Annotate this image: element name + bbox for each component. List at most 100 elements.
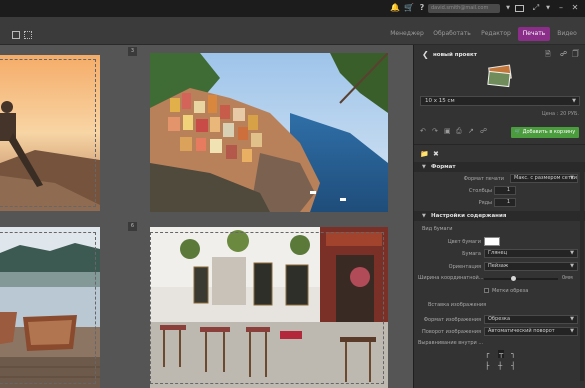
- back-arrow-icon[interactable]: ❮: [422, 50, 429, 59]
- close-icon[interactable]: ✕: [570, 3, 580, 13]
- image-format-label: Формат изображения: [423, 317, 481, 323]
- content-settings-title: Настройки содержания: [431, 213, 507, 219]
- paper-value: Глянец: [488, 250, 508, 256]
- orientation-select[interactable]: Пейзаж ▼: [484, 262, 578, 271]
- page-number: 6: [128, 222, 137, 231]
- image-rotation-value: Автоматический поворот: [488, 328, 555, 334]
- chevron-down-icon: ▼: [570, 328, 574, 334]
- print-page[interactable]: [0, 55, 100, 211]
- rows-stepper[interactable]: 1: [494, 198, 516, 207]
- chevron-down-icon: ▼: [572, 98, 576, 104]
- align-center-icon[interactable]: ┼: [498, 362, 502, 370]
- format-section-title: Формат: [431, 164, 456, 170]
- tab-manager[interactable]: Менеджер: [390, 27, 424, 41]
- cart-icon: 🛒: [514, 129, 523, 135]
- photo-street-cafe: [150, 227, 388, 388]
- orientation-value: Пейзаж: [488, 263, 509, 269]
- paper-label: Бумага: [462, 251, 481, 257]
- columns-value: 1: [506, 187, 510, 193]
- print-format-select[interactable]: Макс. с размером сетки ▼: [510, 174, 578, 183]
- image-rotation-select[interactable]: Автоматический поворот ▼: [484, 327, 578, 336]
- cut-marks-label: Метки обреза: [492, 288, 529, 294]
- content-settings-header[interactable]: ▼ Настройки содержания: [414, 211, 585, 221]
- chevron-down-icon: ▼: [570, 175, 574, 181]
- monitor-icon[interactable]: [515, 5, 524, 12]
- paper-view-label: Вид бумаги: [422, 226, 453, 232]
- columns-stepper[interactable]: 1: [494, 186, 516, 195]
- add-to-cart-label: Добавить в корзину: [522, 129, 576, 135]
- border-width-value: 0мм: [562, 275, 573, 281]
- chevron-down-icon[interactable]: ▼: [503, 3, 513, 13]
- undo-icon[interactable]: ↶: [420, 127, 432, 135]
- divider: [414, 144, 585, 145]
- image-rotation-label: Поворот изображения: [422, 329, 481, 335]
- add-to-cart-button[interactable]: 🛒 Добавить в корзину: [511, 127, 579, 138]
- edit-toolbar: ↶ ↷ ▣ ⎙ ↗ ☍: [420, 127, 492, 136]
- print-format-label: Формат печати: [463, 176, 504, 182]
- help-icon[interactable]: ?: [417, 3, 427, 13]
- print-settings-panel: ❮ новый проект 🗎 ☍ 🗍 10 x 15 см ▼ Цена :…: [413, 45, 585, 388]
- account-email[interactable]: david.smith@mail.com: [428, 4, 500, 13]
- chevron-down-icon: ▼: [570, 250, 574, 256]
- link-icon[interactable]: ☍: [560, 50, 567, 58]
- print-icon[interactable]: ⎙: [456, 127, 468, 136]
- grid-view-icon[interactable]: [24, 31, 32, 39]
- project-thumbnail: [487, 64, 512, 88]
- print-size-select[interactable]: 10 x 15 см ▼: [420, 96, 580, 106]
- new-document-icon[interactable]: 🗎: [545, 50, 551, 61]
- chevron-down-icon: ▼: [422, 164, 426, 170]
- minimize-icon[interactable]: –: [556, 3, 566, 13]
- photo-lake-boats: [0, 227, 100, 388]
- project-title: новый проект: [433, 52, 477, 58]
- close-icon[interactable]: ✖: [433, 150, 439, 158]
- tab-print[interactable]: Печать: [518, 27, 550, 41]
- cart-icon[interactable]: 🛒: [404, 3, 414, 13]
- align-top-center-icon[interactable]: ┬: [498, 350, 505, 358]
- bell-icon[interactable]: 🔔: [390, 3, 400, 13]
- format-section-header[interactable]: ▼ Формат: [414, 162, 585, 172]
- print-page[interactable]: [150, 53, 388, 212]
- print-canvas[interactable]: 3 6: [0, 45, 413, 388]
- image-format-value: Обрезка: [488, 316, 511, 322]
- print-format-value: Макс. с размером сетки: [514, 175, 578, 181]
- image-format-select[interactable]: Обрезка ▼: [484, 315, 578, 324]
- align-top-left-icon[interactable]: ┌: [485, 350, 489, 358]
- redo-icon[interactable]: ↷: [432, 127, 444, 135]
- chevron-down-icon: ▼: [422, 213, 426, 219]
- fullscreen-icon[interactable]: ⤢: [531, 3, 541, 13]
- chevron-down-icon: ▼: [570, 316, 574, 322]
- single-view-icon[interactable]: [12, 31, 20, 39]
- panel-scrollbar[interactable]: [580, 171, 584, 381]
- paper-color-swatch[interactable]: [484, 237, 500, 246]
- paper-color-label: Цвет бумаги: [447, 239, 481, 245]
- align-top-right-icon[interactable]: ┐: [511, 350, 515, 358]
- insert-image-label: Вставка изображения: [428, 302, 487, 308]
- chevron-down-icon[interactable]: ▼: [543, 3, 553, 13]
- photo-hiker-sunset: [0, 55, 100, 211]
- align-middle-left-icon[interactable]: ├: [485, 362, 489, 370]
- photo-coastal-village: [150, 53, 388, 212]
- save-icon[interactable]: ▣: [444, 127, 456, 135]
- panel-actions: 📁 ✖: [420, 150, 439, 158]
- export-icon[interactable]: ☍: [480, 127, 492, 135]
- border-width-label: Ширина координатной...: [418, 275, 484, 281]
- align-middle-right-icon[interactable]: ┤: [511, 362, 515, 370]
- print-page[interactable]: [0, 227, 100, 388]
- folder-icon[interactable]: 📁: [420, 150, 429, 158]
- tab-process[interactable]: Обработать: [432, 27, 472, 41]
- module-tab-bar: Менеджер Обработать Редактор Печать Виде…: [0, 17, 585, 45]
- page-number: 3: [128, 47, 137, 56]
- slider-handle[interactable]: [511, 276, 516, 281]
- share-icon[interactable]: ↗: [468, 127, 480, 135]
- tab-video[interactable]: Видео: [555, 27, 579, 41]
- price-label: Цена : 20 РУБ.: [541, 111, 579, 117]
- open-icon[interactable]: 🗍: [572, 50, 579, 61]
- cut-marks-checkbox[interactable]: [484, 288, 489, 293]
- print-size-value: 10 x 15 см: [425, 98, 455, 104]
- paper-select[interactable]: Глянец ▼: [484, 249, 578, 258]
- columns-label: Столбцы: [468, 188, 492, 194]
- title-bar: 🔔 🛒 ? david.smith@mail.com ▼ ⤢ ▼ – ✕: [0, 0, 585, 17]
- print-page[interactable]: [150, 227, 388, 388]
- border-width-slider[interactable]: [484, 278, 558, 280]
- tab-editor[interactable]: Редактор: [480, 27, 512, 41]
